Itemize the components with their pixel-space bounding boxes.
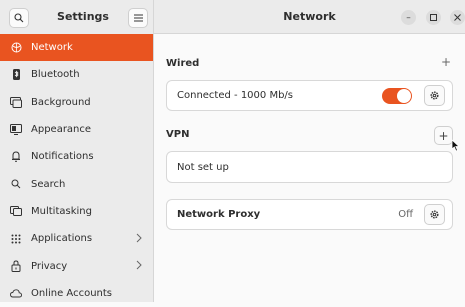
- sidebar-item-applications[interactable]: Applications: [0, 225, 153, 252]
- sidebar-item-label: Search: [31, 178, 66, 190]
- sidebar-list: Network Bluetooth Background Appearance …: [0, 34, 153, 307]
- network-proxy-row[interactable]: Network Proxy Off: [166, 199, 453, 230]
- search-icon: [9, 177, 23, 191]
- sidebar-item-online-accounts[interactable]: Online Accounts: [0, 280, 153, 307]
- chevron-right-icon: [136, 261, 142, 270]
- maximize-button[interactable]: [426, 10, 441, 25]
- minimize-button[interactable]: –: [401, 10, 416, 25]
- close-button[interactable]: [450, 10, 465, 25]
- sidebar-item-appearance[interactable]: Appearance: [0, 116, 153, 143]
- cloud-icon: [9, 286, 23, 300]
- apps-grid-icon: [9, 232, 23, 246]
- sidebar-item-search[interactable]: Search: [0, 170, 153, 197]
- proxy-settings-button[interactable]: [424, 204, 445, 225]
- multitasking-icon: [9, 204, 23, 218]
- header-bar: Network –: [154, 0, 465, 34]
- close-icon: [454, 14, 461, 21]
- plus-icon: +: [441, 55, 452, 69]
- settings-window: Settings Network Bluetooth Background Ap…: [0, 0, 465, 302]
- search-button[interactable]: [9, 8, 29, 28]
- proxy-status: Off: [398, 209, 413, 220]
- vpn-status-text: Not set up: [177, 162, 229, 173]
- sidebar: Settings Network Bluetooth Background Ap…: [0, 0, 154, 302]
- wired-connection-row: Connected - 1000 Mb/s: [166, 80, 453, 111]
- wired-status-text: Connected - 1000 Mb/s: [177, 90, 293, 101]
- main-panel: Network – Wired + Connected - 1000 Mb/s …: [154, 0, 465, 302]
- sidebar-item-bluetooth[interactable]: Bluetooth: [0, 61, 153, 88]
- sidebar-item-label: Appearance: [31, 124, 92, 136]
- page-title: Network: [283, 10, 336, 23]
- wired-settings-button[interactable]: [424, 85, 445, 106]
- bell-icon: [9, 150, 23, 164]
- wired-section-title: Wired: [166, 58, 200, 69]
- toggle-knob: [397, 89, 411, 103]
- proxy-label: Network Proxy: [177, 209, 261, 220]
- gear-icon: [430, 210, 439, 219]
- sidebar-item-label: Multitasking: [31, 205, 92, 217]
- sidebar-item-label: Privacy: [31, 260, 68, 272]
- plus-icon: +: [438, 128, 449, 143]
- bluetooth-icon: [9, 68, 23, 82]
- maximize-icon: [430, 14, 437, 21]
- sidebar-item-privacy[interactable]: Privacy: [0, 252, 153, 279]
- sidebar-item-label: Background: [31, 96, 91, 108]
- gear-icon: [430, 91, 439, 100]
- sidebar-item-network[interactable]: Network: [0, 34, 153, 62]
- lock-icon: [9, 259, 23, 273]
- mouse-pointer-icon: [451, 139, 460, 152]
- wired-toggle[interactable]: [382, 88, 412, 104]
- sidebar-item-label: Bluetooth: [31, 69, 80, 81]
- vpn-section-title: VPN: [166, 129, 190, 140]
- sidebar-item-notifications[interactable]: Notifications: [0, 143, 153, 170]
- sidebar-title: Settings: [57, 10, 109, 23]
- vpn-row: Not set up: [166, 151, 453, 183]
- sidebar-item-label: Notifications: [31, 151, 94, 163]
- chevron-right-icon: [136, 233, 142, 243]
- add-wired-button[interactable]: +: [441, 55, 451, 69]
- menu-button[interactable]: [128, 8, 148, 28]
- sidebar-item-background[interactable]: Background: [0, 89, 153, 116]
- sidebar-item-label: Applications: [31, 233, 93, 245]
- network-icon: [9, 41, 23, 55]
- search-icon: [14, 13, 24, 23]
- background-icon: [9, 95, 23, 109]
- sidebar-item-multitasking[interactable]: Multitasking: [0, 198, 153, 225]
- minimize-icon: –: [406, 12, 411, 23]
- sidebar-header: Settings: [0, 0, 153, 34]
- sidebar-item-label: Online Accounts: [31, 287, 113, 299]
- sidebar-item-label: Network: [31, 42, 73, 54]
- hamburger-icon: [133, 14, 143, 22]
- appearance-icon: [9, 123, 23, 137]
